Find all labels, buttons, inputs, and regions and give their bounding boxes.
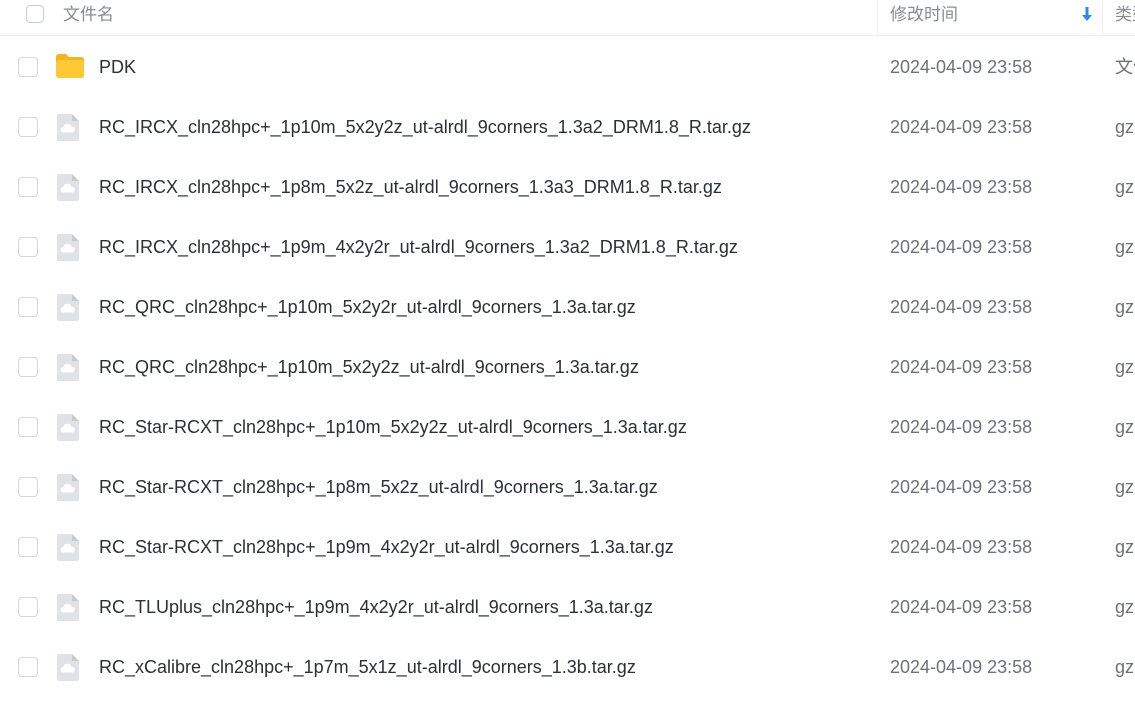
row-checkbox[interactable] xyxy=(18,357,38,377)
file-type: gz xyxy=(1115,237,1135,257)
cloud-file-icon xyxy=(55,652,83,682)
file-type: gz xyxy=(1115,117,1135,137)
file-name[interactable]: RC_Star-RCXT_cln28hpc+_1p9m_4x2y2r_ut-al… xyxy=(99,536,674,558)
cloud-file-icon xyxy=(55,472,83,502)
file-row[interactable]: RC_IRCX_cln28hpc+_1p9m_4x2y2r_ut-alrdl_9… xyxy=(0,217,1135,277)
arrow-down-icon[interactable] xyxy=(1081,6,1093,22)
row-checkbox[interactable] xyxy=(18,537,38,557)
cloud-file-icon xyxy=(55,532,83,562)
file-name[interactable]: RC_IRCX_cln28hpc+_1p10m_5x2y2z_ut-alrdl_… xyxy=(99,116,751,138)
file-type: gz xyxy=(1115,597,1135,617)
file-modified-time: 2024-04-09 23:58 xyxy=(890,297,1033,317)
file-modified-time: 2024-04-09 23:58 xyxy=(890,537,1033,557)
file-row[interactable]: RC_Star-RCXT_cln28hpc+_1p8m_5x2z_ut-alrd… xyxy=(0,457,1135,517)
row-checkbox[interactable] xyxy=(18,477,38,497)
file-modified-time: 2024-04-09 23:58 xyxy=(890,597,1033,617)
cloud-file-icon xyxy=(55,172,83,202)
file-type: gz xyxy=(1115,297,1135,317)
row-checkbox[interactable] xyxy=(18,657,38,677)
column-divider xyxy=(1102,0,1103,35)
cloud-file-icon xyxy=(55,592,83,622)
file-name[interactable]: RC_Star-RCXT_cln28hpc+_1p8m_5x2z_ut-alrd… xyxy=(99,476,658,498)
row-checkbox[interactable] xyxy=(18,237,38,257)
file-row[interactable]: RC_Star-RCXT_cln28hpc+_1p10m_5x2y2z_ut-a… xyxy=(0,397,1135,457)
file-name[interactable]: RC_IRCX_cln28hpc+_1p9m_4x2y2r_ut-alrdl_9… xyxy=(99,236,738,258)
file-row[interactable]: RC_Star-RCXT_cln28hpc+_1p9m_4x2y2r_ut-al… xyxy=(0,517,1135,577)
file-name[interactable]: PDK xyxy=(99,56,136,78)
file-type: gz xyxy=(1115,477,1135,497)
row-checkbox[interactable] xyxy=(18,117,38,137)
column-divider xyxy=(877,0,878,35)
file-name[interactable]: RC_IRCX_cln28hpc+_1p8m_5x2z_ut-alrdl_9co… xyxy=(99,176,722,198)
file-row[interactable]: RC_QRC_cln28hpc+_1p10m_5x2y2z_ut-alrdl_9… xyxy=(0,337,1135,397)
file-modified-time: 2024-04-09 23:58 xyxy=(890,477,1033,497)
file-row[interactable]: RC_QRC_cln28hpc+_1p10m_5x2y2r_ut-alrdl_9… xyxy=(0,277,1135,337)
file-row[interactable]: RC_IRCX_cln28hpc+_1p8m_5x2z_ut-alrdl_9co… xyxy=(0,157,1135,217)
file-name[interactable]: RC_TLUplus_cln28hpc+_1p9m_4x2y2r_ut-alrd… xyxy=(99,596,653,618)
row-checkbox[interactable] xyxy=(18,57,38,77)
file-type: gz xyxy=(1115,657,1135,677)
select-all-checkbox[interactable] xyxy=(26,5,44,23)
cloud-file-icon xyxy=(55,292,83,322)
file-type: gz xyxy=(1115,357,1135,377)
file-type: 文件夹 xyxy=(1115,57,1135,77)
file-row[interactable]: PDK 2024-04-09 23:58 文件夹 xyxy=(0,37,1135,97)
file-type: gz xyxy=(1115,417,1135,437)
cloud-file-icon xyxy=(55,352,83,382)
row-checkbox[interactable] xyxy=(18,297,38,317)
row-checkbox[interactable] xyxy=(18,417,38,437)
file-type: gz xyxy=(1115,537,1135,557)
column-header-name[interactable]: 文件名 xyxy=(63,5,114,25)
file-name[interactable]: RC_xCalibre_cln28hpc+_1p7m_5x1z_ut-alrdl… xyxy=(99,656,636,678)
file-modified-time: 2024-04-09 23:58 xyxy=(890,117,1033,137)
file-name[interactable]: RC_QRC_cln28hpc+_1p10m_5x2y2r_ut-alrdl_9… xyxy=(99,296,636,318)
file-row[interactable]: RC_xCalibre_cln28hpc+_1p7m_5x1z_ut-alrdl… xyxy=(0,637,1135,697)
file-type: gz xyxy=(1115,177,1135,197)
cloud-file-icon xyxy=(55,412,83,442)
file-row[interactable]: RC_TLUplus_cln28hpc+_1p9m_4x2y2r_ut-alrd… xyxy=(0,577,1135,637)
column-header-type[interactable]: 类型 xyxy=(1115,5,1135,25)
cloud-file-icon xyxy=(55,232,83,262)
file-modified-time: 2024-04-09 23:58 xyxy=(890,177,1033,197)
column-header-modified-time[interactable]: 修改时间 xyxy=(890,5,958,25)
cloud-file-icon xyxy=(55,112,83,142)
file-modified-time: 2024-04-09 23:58 xyxy=(890,237,1033,257)
file-name[interactable]: RC_Star-RCXT_cln28hpc+_1p10m_5x2y2z_ut-a… xyxy=(99,416,687,438)
file-modified-time: 2024-04-09 23:58 xyxy=(890,357,1033,377)
file-modified-time: 2024-04-09 23:58 xyxy=(890,657,1033,677)
file-list: 文件名 修改时间 类型 PDK 2024-04-09 23:58 文件夹 RC_… xyxy=(0,0,1135,706)
row-checkbox[interactable] xyxy=(18,177,38,197)
row-checkbox[interactable] xyxy=(18,597,38,617)
list-header: 文件名 修改时间 类型 xyxy=(0,0,1135,36)
file-row[interactable]: RC_IRCX_cln28hpc+_1p10m_5x2y2z_ut-alrdl_… xyxy=(0,97,1135,157)
file-modified-time: 2024-04-09 23:58 xyxy=(890,57,1033,77)
file-modified-time: 2024-04-09 23:58 xyxy=(890,417,1033,437)
file-name[interactable]: RC_QRC_cln28hpc+_1p10m_5x2y2z_ut-alrdl_9… xyxy=(99,356,639,378)
folder-icon xyxy=(55,52,84,82)
